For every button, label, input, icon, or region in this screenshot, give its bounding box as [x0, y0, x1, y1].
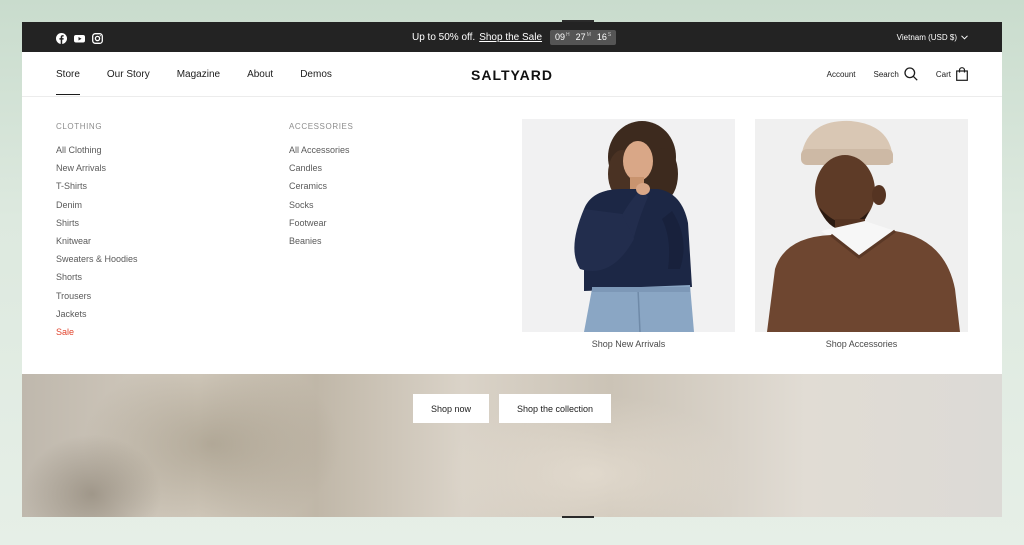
menu-link-denim[interactable]: Denim: [56, 200, 138, 218]
social-links: [56, 31, 103, 44]
nav-our-story[interactable]: Our Story: [107, 69, 150, 80]
menu-link-t-shirts[interactable]: T-Shirts: [56, 181, 138, 199]
menu-link-shirts[interactable]: Shirts: [56, 218, 138, 236]
clothing-column: CLOTHING All Clothing New Arrivals T-Shi…: [56, 122, 138, 345]
menu-link-footwear[interactable]: Footwear: [289, 218, 353, 236]
nav-store[interactable]: Store: [56, 69, 80, 95]
promo-message: Up to 50% off. Shop the Sale 09H 27M 16S: [412, 22, 617, 52]
clothing-list: All Clothing New Arrivals T-Shirts Denim…: [56, 145, 138, 345]
mega-menu: CLOTHING All Clothing New Arrivals T-Shi…: [22, 98, 1002, 374]
countdown-hours: 09H: [555, 32, 570, 42]
main-nav: Store Our Story Magazine About Demos: [56, 52, 359, 97]
clothing-heading: CLOTHING: [56, 122, 103, 131]
menu-link-new-arrivals[interactable]: New Arrivals: [56, 163, 138, 181]
instagram-icon[interactable]: [92, 31, 103, 44]
menu-link-all-clothing[interactable]: All Clothing: [56, 145, 138, 163]
menu-link-all-accessories[interactable]: All Accessories: [289, 145, 353, 163]
menu-link-sweaters-hoodies[interactable]: Sweaters & Hoodies: [56, 254, 138, 272]
countdown-seconds: 16S: [596, 32, 612, 42]
countdown-timer: 09H 27M 16S: [550, 29, 617, 45]
nav-demos[interactable]: Demos: [300, 69, 332, 80]
accessories-image: [755, 119, 968, 332]
promo-card-accessories[interactable]: Shop Accessories: [755, 119, 968, 349]
site-header: Store Our Story Magazine About Demos SAL…: [22, 52, 1002, 97]
promo-card-new-arrivals[interactable]: Shop New Arrivals: [522, 119, 735, 349]
countdown-minutes: 27M: [575, 32, 591, 42]
menu-link-shorts[interactable]: Shorts: [56, 272, 138, 290]
shop-sale-link[interactable]: Shop the Sale: [479, 32, 542, 43]
facebook-icon[interactable]: [56, 31, 67, 44]
frame-notch-bottom: [562, 516, 594, 518]
search-button[interactable]: Search: [873, 66, 918, 83]
locale-label: Vietnam (USD $): [896, 32, 957, 42]
account-link[interactable]: Account: [827, 70, 856, 79]
shopping-bag-icon: [956, 66, 968, 83]
menu-link-knitwear[interactable]: Knitwear: [56, 236, 138, 254]
announcement-bar: Up to 50% off. Shop the Sale 09H 27M 16S…: [22, 22, 1002, 52]
accessories-caption: Shop Accessories: [825, 339, 898, 349]
cart-label: Cart: [935, 70, 951, 79]
cart-button[interactable]: Cart: [935, 66, 968, 83]
new-arrivals-caption: Shop New Arrivals: [591, 339, 666, 349]
menu-link-candles[interactable]: Candles: [289, 163, 353, 181]
youtube-icon[interactable]: [74, 31, 85, 43]
chevron-down-icon: [961, 33, 968, 42]
search-label: Search: [873, 70, 899, 79]
shop-collection-button[interactable]: Shop the collection: [499, 394, 611, 423]
header-actions: Account Search Cart: [827, 52, 968, 97]
locale-selector[interactable]: Vietnam (USD $): [897, 22, 968, 52]
new-arrivals-image: [522, 119, 735, 332]
menu-link-sale[interactable]: Sale: [56, 327, 138, 345]
site-logo[interactable]: SALTYARD: [462, 52, 562, 97]
browser-frame: Up to 50% off. Shop the Sale 09H 27M 16S…: [22, 22, 1002, 517]
shop-now-button[interactable]: Shop now: [413, 394, 489, 423]
hero-banner: Shop now Shop the collection: [22, 374, 1002, 517]
accessories-list: All Accessories Candles Ceramics Socks F…: [289, 145, 353, 254]
menu-link-beanies[interactable]: Beanies: [289, 236, 353, 254]
menu-link-socks[interactable]: Socks: [289, 200, 353, 218]
search-icon: [904, 66, 918, 83]
menu-link-ceramics[interactable]: Ceramics: [289, 181, 353, 199]
menu-link-jackets[interactable]: Jackets: [56, 309, 138, 327]
nav-magazine[interactable]: Magazine: [177, 69, 220, 80]
accessories-heading: ACCESSORIES: [289, 122, 354, 131]
accessories-column: ACCESSORIES All Accessories Candles Cera…: [289, 122, 353, 254]
menu-link-trousers[interactable]: Trousers: [56, 291, 138, 309]
promo-text: Up to 50% off.: [412, 31, 476, 43]
nav-about[interactable]: About: [247, 69, 273, 80]
account-label: Account: [826, 70, 856, 79]
